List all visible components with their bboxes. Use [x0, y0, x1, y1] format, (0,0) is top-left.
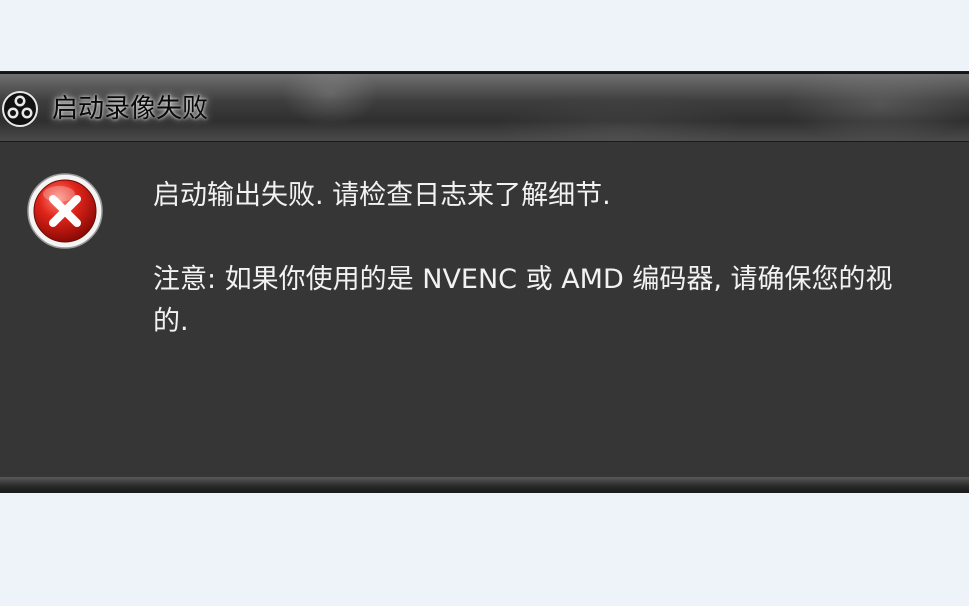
error-dialog: 启动录像失败 启动输出失败. 请检查日志来了解细节. 注意: 如果你使用的是 N…: [0, 72, 969, 492]
note-message-line: 注意: 如果你使用的是 NVENC 或 AMD 编码器, 请确保您的视: [153, 264, 893, 295]
error-icon: [27, 173, 103, 249]
dialog-bottom-frame: [0, 477, 969, 492]
obs-logo-icon: [2, 91, 38, 127]
dialog-title: 启动录像失败: [52, 94, 209, 124]
dialog-content: 启动输出失败. 请检查日志来了解细节. 注意: 如果你使用的是 NVENC 或 …: [0, 142, 969, 478]
note-message-continuation: 的.: [153, 306, 189, 337]
dialog-titlebar[interactable]: 启动录像失败: [0, 72, 969, 142]
error-message-line: 启动输出失败. 请检查日志来了解细节.: [153, 180, 611, 211]
